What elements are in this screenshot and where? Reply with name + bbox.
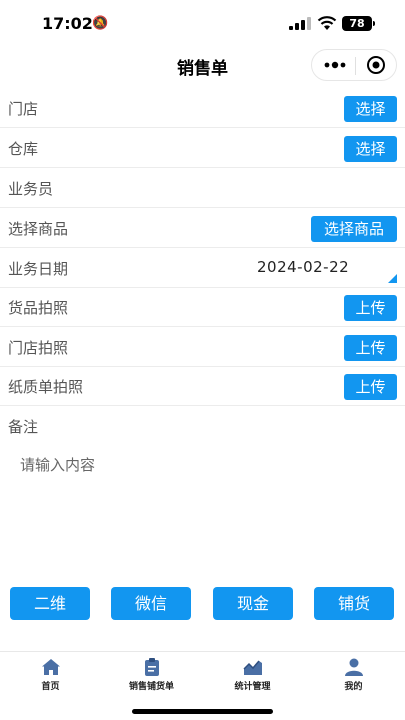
select-product-button[interactable]: 选择商品 — [311, 216, 397, 242]
status-time: 17:02 — [42, 14, 93, 33]
stock-button[interactable]: 铺货 — [314, 587, 394, 620]
date-label: 业务日期 — [8, 260, 69, 278]
chart-icon — [242, 660, 262, 675]
remarks-label: 备注 — [8, 418, 39, 436]
store-row: 门店 选择 — [0, 88, 405, 128]
salesperson-row[interactable]: 业务员 — [0, 168, 405, 208]
goods-photo-label: 货品拍照 — [8, 299, 69, 317]
battery-indicator: 78 — [342, 16, 375, 31]
clipboard-icon — [144, 658, 159, 676]
warehouse-label: 仓库 — [8, 140, 39, 158]
date-picker-corner-icon — [388, 274, 397, 283]
warehouse-row: 仓库 选择 — [0, 128, 405, 168]
wifi-icon — [317, 16, 337, 30]
user-icon — [344, 658, 363, 676]
tab-mine[interactable]: 我的 — [303, 652, 404, 702]
goods-photo-row: 货品拍照 上传 — [0, 287, 405, 327]
tab-home-label: 首页 — [41, 682, 60, 692]
status-bar: 17:02 🔕 78 — [0, 0, 405, 46]
select-warehouse-button[interactable]: 选择 — [344, 136, 397, 162]
tab-statistics-label: 统计管理 — [234, 682, 271, 692]
upload-paper-photo-button[interactable]: 上传 — [344, 374, 397, 400]
tab-statistics[interactable]: 统计管理 — [202, 652, 303, 702]
product-label: 选择商品 — [8, 220, 69, 238]
date-row[interactable]: 业务日期 2024-02-22 — [0, 248, 405, 288]
product-row: 选择商品 选择商品 — [0, 208, 405, 248]
date-value[interactable]: 2024-02-22 — [257, 258, 349, 276]
paper-photo-row: 纸质单拍照 上传 — [0, 366, 405, 406]
store-photo-row: 门店拍照 上传 — [0, 327, 405, 367]
upload-store-photo-button[interactable]: 上传 — [344, 335, 397, 361]
wechat-pay-button[interactable]: 微信 — [111, 587, 191, 620]
more-icon[interactable] — [322, 55, 348, 75]
tab-sales-order-label: 销售铺货单 — [128, 682, 174, 692]
bell-muted-icon: 🔕 — [92, 16, 109, 31]
nav-bar: 销售单 — [0, 46, 405, 86]
store-photo-label: 门店拍照 — [8, 339, 69, 357]
signal-icon — [289, 17, 311, 30]
home-indicator — [132, 709, 273, 714]
qrcode-pay-button[interactable]: 二维 — [10, 587, 90, 620]
remarks-input[interactable] — [8, 446, 397, 566]
cash-pay-button[interactable]: 现金 — [213, 587, 293, 620]
tab-home[interactable]: 首页 — [0, 652, 101, 702]
select-store-button[interactable]: 选择 — [344, 96, 397, 122]
paper-photo-label: 纸质单拍照 — [8, 378, 84, 396]
capsule-divider — [355, 57, 356, 75]
store-label: 门店 — [8, 100, 39, 118]
miniprogram-capsule — [311, 49, 397, 81]
tab-mine-label: 我的 — [344, 682, 363, 692]
tab-sales-order[interactable]: 销售铺货单 — [101, 652, 202, 702]
close-target-icon[interactable] — [366, 55, 386, 75]
upload-goods-photo-button[interactable]: 上传 — [344, 295, 397, 321]
home-icon — [41, 659, 60, 675]
salesperson-label: 业务员 — [8, 180, 54, 198]
